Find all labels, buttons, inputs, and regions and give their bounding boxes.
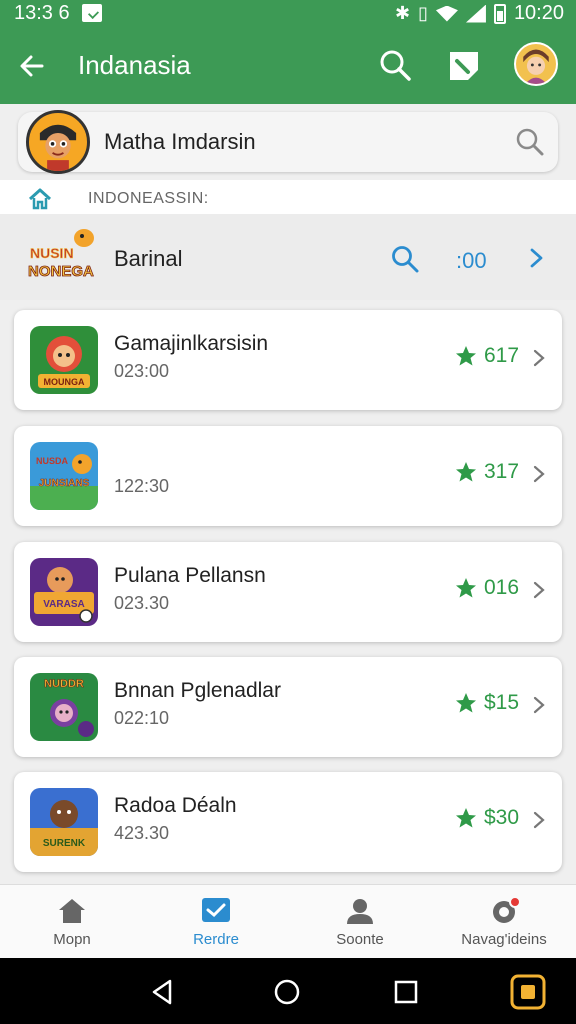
star-icon xyxy=(456,578,476,598)
system-nav-bar xyxy=(0,958,576,1024)
chevron-right-icon xyxy=(533,581,545,599)
svg-text:NUSDA: NUSDA xyxy=(36,456,69,466)
featured-row[interactable]: NUSIN NONEGA Barinal :00 xyxy=(0,214,576,300)
triangle-back-icon[interactable] xyxy=(146,976,178,1008)
chevron-right-icon[interactable] xyxy=(526,246,546,270)
status-time-left: 13:3 6 xyxy=(14,2,70,24)
compose-button[interactable] xyxy=(446,48,482,84)
avatar-face-icon xyxy=(517,45,555,84)
item-title: Bnnan Pglenadlar xyxy=(114,679,281,702)
nav-home[interactable]: Mopn xyxy=(0,885,144,959)
settings-badge-icon xyxy=(493,897,519,923)
home-icon xyxy=(59,899,85,923)
item-rating: 016 xyxy=(484,576,520,599)
profile-name: Matha Imdarsin xyxy=(104,129,256,154)
svg-text:NUDDR: NUDDR xyxy=(44,678,84,690)
svg-text:SURENK: SURENK xyxy=(43,838,86,849)
chevron-right-icon xyxy=(533,465,545,483)
wifi-icon xyxy=(435,5,458,22)
breadcrumb-text: INDONEASSIN: xyxy=(88,190,209,207)
item-subtitle: 023:00 xyxy=(114,361,170,381)
item-title: Pulana Pellansn xyxy=(114,564,266,587)
logo-text-1: NUSIN xyxy=(30,245,74,261)
nav-soonte[interactable]: Soonte xyxy=(288,885,432,959)
checkbox-icon xyxy=(202,898,230,922)
back-button[interactable] xyxy=(16,50,48,82)
search-icon[interactable] xyxy=(514,126,546,158)
chevron-right-icon xyxy=(533,349,545,367)
item-subtitle: 122:30 xyxy=(114,476,170,496)
status-time-right: 10:20 xyxy=(513,2,564,24)
bottom-nav: Mopn Rerdre Soonte Navag'ideins xyxy=(0,884,576,958)
list-item[interactable]: MOUNGA Gamajinlkarsisin 023:00 617 xyxy=(14,310,562,410)
profile-avatar xyxy=(26,110,90,174)
chevron-right-icon xyxy=(533,811,545,829)
game-thumbnail: MOUNGA xyxy=(30,326,98,394)
home-icon[interactable] xyxy=(28,188,52,210)
top-bar: 13:3 6 ✱ ▯ 10:20 Indanasia xyxy=(0,0,576,104)
item-rating: 317 xyxy=(484,460,520,483)
game-thumbnail: SURENK xyxy=(30,788,98,856)
list-item[interactable]: SURENK Radoa Déaln 423.30 $30 xyxy=(14,772,562,872)
nav-label: Navag'ideins xyxy=(461,931,547,948)
game-thumbnail: NUSDA JUNSIANS xyxy=(30,442,98,510)
arrow-left-icon xyxy=(20,55,44,77)
featured-label: Barinal xyxy=(114,246,183,271)
nav-label: Rerdre xyxy=(193,931,239,948)
list-item[interactable]: NUSDA JUNSIANS 122:30 317 xyxy=(14,426,562,526)
star-icon xyxy=(456,693,476,713)
breadcrumb: INDONEASSIN: xyxy=(0,180,576,214)
vibrate-icon: ▯ xyxy=(418,3,428,23)
nav-label: Soonte xyxy=(336,931,384,948)
bluetooth-icon: ✱ xyxy=(394,3,411,23)
item-rating: $30 xyxy=(484,806,520,829)
list-item[interactable]: VARASA Pulana Pellansn 023.30 016 xyxy=(14,542,562,642)
star-icon xyxy=(456,808,476,828)
status-bar: 13:3 6 ✱ ▯ 10:20 xyxy=(0,0,576,28)
item-subtitle: 423.30 xyxy=(114,823,170,843)
nav-label: Mopn xyxy=(53,931,91,948)
profile-search-card[interactable]: Matha Imdarsin xyxy=(18,110,558,174)
square-recents-icon[interactable] xyxy=(390,976,422,1008)
status-right: ✱ ▯ 10:20 xyxy=(395,2,564,25)
item-subtitle: 022:10 xyxy=(114,708,170,728)
person-icon xyxy=(347,899,373,924)
search-button[interactable] xyxy=(378,48,412,82)
app-bar: Indanasia xyxy=(0,28,576,104)
game-thumbnail: VARASA xyxy=(30,558,98,626)
app-switch-icon[interactable] xyxy=(510,974,546,1010)
nav-navagideins[interactable]: Navag'ideins xyxy=(432,885,576,959)
svg-text:MOUNGA: MOUNGA xyxy=(44,377,85,387)
compose-icon xyxy=(450,52,478,80)
search-icon xyxy=(380,50,411,81)
item-rating: $15 xyxy=(484,691,520,714)
mascot-icon xyxy=(30,114,86,171)
item-rating: 617 xyxy=(484,344,520,367)
item-subtitle: 023.30 xyxy=(114,593,170,613)
notification-icon xyxy=(82,4,102,22)
avatar[interactable] xyxy=(514,42,558,86)
svg-text:JUNSIANS: JUNSIANS xyxy=(39,478,90,489)
star-icon xyxy=(456,462,476,482)
nav-rerdre[interactable]: Rerdre xyxy=(144,885,288,959)
chevron-right-icon xyxy=(533,696,545,714)
star-icon xyxy=(456,346,476,366)
page-title: Indanasia xyxy=(78,50,191,80)
item-title: Gamajinlkarsisin xyxy=(114,332,269,355)
circle-home-icon[interactable] xyxy=(271,976,303,1008)
game-thumbnail: NUDDR xyxy=(30,673,98,741)
svg-text:VARASA: VARASA xyxy=(43,599,84,610)
logo-text-2: NONEGA xyxy=(28,263,94,280)
signal-icon xyxy=(465,4,486,23)
item-title: Radoa Déaln xyxy=(114,794,237,817)
featured-logo: NUSIN NONEGA xyxy=(26,224,98,290)
featured-search-icon[interactable] xyxy=(390,244,420,274)
list-item[interactable]: NUDDR Bnnan Pglenadlar 022:10 $15 xyxy=(14,657,562,757)
featured-count: :00 xyxy=(456,248,487,273)
battery-icon xyxy=(493,3,506,24)
